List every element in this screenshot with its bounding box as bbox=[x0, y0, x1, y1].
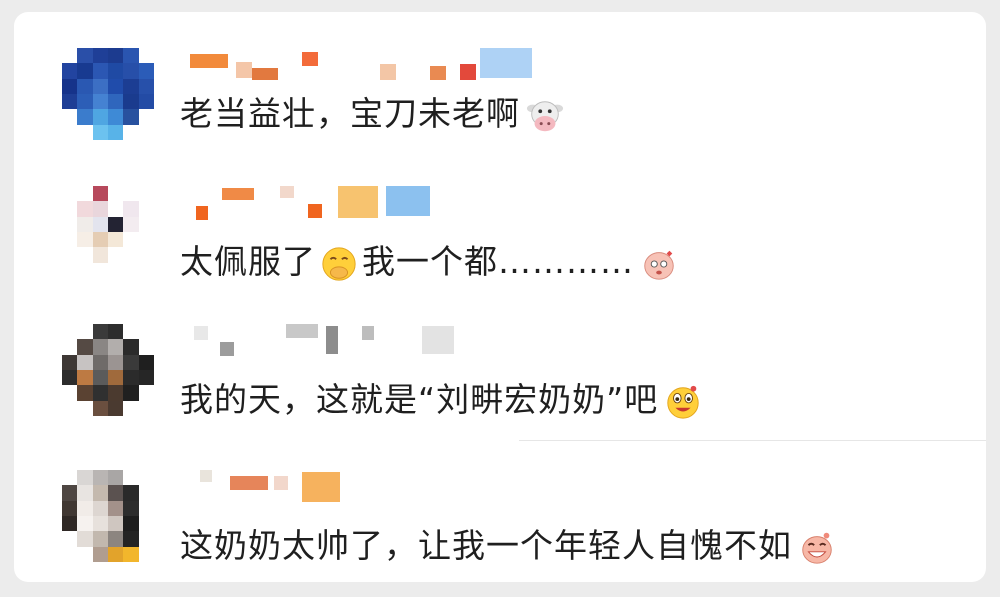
comment-item[interactable]: 这奶奶太帅了，让我一个年轻人自愧不如 bbox=[14, 442, 986, 582]
comment-item[interactable]: 我的天，这就是“刘畊宏奶奶”吧 bbox=[14, 302, 986, 442]
comment-text-label: 老当益壮，宝刀未老啊 bbox=[180, 94, 520, 133]
comment-text-label: 我的天，这就是“刘畊宏奶奶”吧 bbox=[180, 380, 659, 419]
cow-face-icon bbox=[526, 100, 564, 131]
comment-text-label: 这奶奶太帅了，让我一个年轻人自愧不如 bbox=[180, 526, 792, 565]
username-blurred bbox=[190, 324, 550, 358]
comment-text: 这奶奶太帅了，让我一个年轻人自愧不如 bbox=[180, 526, 836, 567]
avatar[interactable] bbox=[62, 186, 154, 278]
comment-text: 我的天，这就是“刘畊宏奶奶”吧 bbox=[180, 380, 702, 421]
avatar[interactable] bbox=[62, 48, 154, 140]
divider bbox=[519, 440, 986, 441]
username-blurred bbox=[190, 470, 550, 504]
hand-over-mouth-face-icon bbox=[322, 246, 356, 281]
comment-text-label: 我一个都………… bbox=[362, 242, 634, 281]
username-blurred bbox=[190, 186, 550, 220]
comment-text: 太佩服了 我一个都………… bbox=[180, 242, 678, 283]
laughing-sticker-icon bbox=[802, 532, 832, 564]
username-blurred bbox=[190, 48, 550, 82]
comment-text: 老当益壮，宝刀未老啊 bbox=[180, 94, 564, 135]
grinning-face-icon bbox=[667, 385, 699, 419]
comment-item[interactable]: 老当益壮，宝刀未老啊 bbox=[14, 12, 986, 152]
pink-sticker-icon bbox=[644, 250, 674, 280]
comment-list: 老当益壮，宝刀未老啊 太佩服了 我一个都………… 我的天，这就是“刘畊宏奶奶”吧… bbox=[14, 12, 986, 582]
avatar[interactable] bbox=[62, 324, 154, 416]
avatar[interactable] bbox=[62, 470, 154, 562]
comment-item[interactable]: 太佩服了 我一个都………… bbox=[14, 162, 986, 302]
comment-text-label: 太佩服了 bbox=[180, 242, 316, 281]
